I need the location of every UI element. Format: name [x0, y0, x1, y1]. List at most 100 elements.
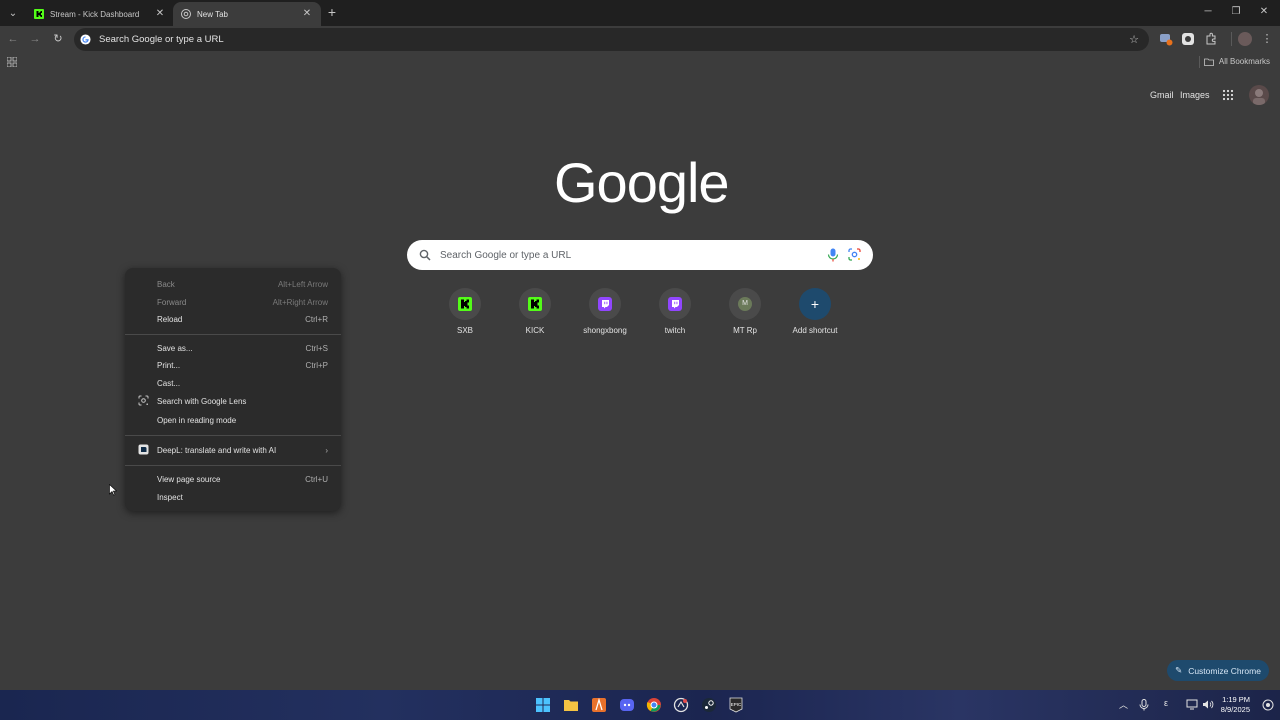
menu-item-label: Back: [157, 280, 175, 290]
menu-item-print[interactable]: Print... Ctrl+P: [125, 357, 341, 375]
menu-item-label: Open in reading mode: [157, 416, 237, 425]
google-apps-icon[interactable]: [1222, 89, 1234, 101]
back-arrow-icon[interactable]: ←: [6, 32, 20, 46]
system-clock[interactable]: 1:19 PM 8/9/2025: [1221, 695, 1250, 715]
app-orange-icon[interactable]: [591, 697, 607, 713]
menu-item-google-lens[interactable]: Search with Google Lens: [125, 392, 341, 411]
shortcut-label: twitch: [664, 326, 686, 335]
kebab-menu-icon[interactable]: ⋮: [1260, 32, 1274, 46]
bookmark-star-icon[interactable]: ☆: [1129, 33, 1139, 46]
app-circle-icon[interactable]: [673, 697, 689, 713]
context-menu: Back Alt+Left Arrow Forward Alt+Right Ar…: [125, 268, 341, 511]
all-bookmarks-button[interactable]: All Bookmarks: [1203, 57, 1270, 66]
profile-avatar[interactable]: [1238, 32, 1252, 46]
tray-chevron-up-icon[interactable]: ︿: [1119, 698, 1128, 711]
kick-icon: [458, 297, 472, 311]
steam-icon[interactable]: [701, 697, 717, 713]
google-account-avatar[interactable]: [1249, 85, 1269, 105]
voice-search-mic-icon[interactable]: [827, 248, 839, 262]
menu-item-label: DeepL: translate and write with AI: [157, 446, 277, 455]
apps-grid-icon[interactable]: [7, 57, 17, 67]
menu-item-back[interactable]: Back Alt+Left Arrow: [125, 276, 341, 294]
notification-icon[interactable]: [1262, 699, 1274, 711]
deepl-icon: [138, 444, 149, 455]
microphone-icon[interactable]: [1139, 699, 1149, 711]
submenu-chevron-icon: ›: [325, 446, 328, 455]
tab-new-tab[interactable]: New Tab ✕: [173, 2, 321, 26]
chrome-taskbar-icon[interactable]: [646, 697, 662, 713]
menu-item-shortcut: Ctrl+U: [305, 475, 328, 485]
file-explorer-icon[interactable]: [563, 697, 579, 713]
menu-item-save-as[interactable]: Save as... Ctrl+S: [125, 340, 341, 358]
extension-icon[interactable]: [1159, 32, 1173, 46]
extension-shield-icon[interactable]: [1181, 32, 1195, 46]
google-lens-icon: [138, 395, 149, 406]
search-placeholder: Search Google or type a URL: [440, 249, 572, 261]
customize-chrome-button[interactable]: ✎ Customize Chrome: [1167, 660, 1269, 681]
shortcuts-row: SXB KICK shongxbong twitch M MT Rp + Add…: [430, 288, 850, 335]
menu-item-reading-mode[interactable]: Open in reading mode: [125, 411, 341, 430]
toolbar: ← → ↻ Search Google or type a URL ☆ ⋮: [0, 26, 1280, 53]
windows-start-icon[interactable]: [535, 697, 551, 713]
menu-item-forward[interactable]: Forward Alt+Right Arrow: [125, 294, 341, 312]
menu-item-shortcut: Ctrl+P: [305, 361, 328, 371]
puzzle-extensions-icon[interactable]: [1204, 32, 1218, 46]
close-window-icon[interactable]: ✕: [1257, 5, 1271, 19]
images-link[interactable]: Images: [1180, 90, 1210, 100]
bookmarks-divider: [1199, 56, 1200, 68]
shortcut-label: Add shortcut: [792, 326, 838, 335]
menu-item-shortcut: Alt+Right Arrow: [272, 297, 328, 307]
plus-icon: +: [799, 288, 831, 320]
shortcut-tile: [449, 288, 481, 320]
add-shortcut-button[interactable]: + Add shortcut: [780, 288, 850, 335]
clock-time: 1:19 PM: [1222, 695, 1250, 704]
google-g-icon: [80, 34, 91, 45]
customize-chrome-label: Customize Chrome: [1188, 665, 1261, 676]
restore-icon[interactable]: ❐: [1229, 5, 1243, 19]
shortcut-tile: [519, 288, 551, 320]
shortcut-twitch[interactable]: twitch: [640, 288, 710, 335]
epic-games-icon[interactable]: EPIC: [728, 697, 744, 713]
gmail-link[interactable]: Gmail: [1150, 90, 1174, 100]
menu-item-reload[interactable]: Reload Ctrl+R: [125, 311, 341, 329]
input-language[interactable]: ε: [1164, 698, 1168, 708]
tab-kick-dashboard[interactable]: Stream - Kick Dashboard ✕: [26, 2, 174, 26]
volume-icon[interactable]: [1202, 699, 1214, 710]
address-bar[interactable]: Search Google or type a URL ☆: [74, 28, 1149, 51]
svg-text:EPIC: EPIC: [731, 702, 742, 707]
menu-item-label: Search with Google Lens: [157, 397, 247, 406]
forward-arrow-icon[interactable]: →: [28, 32, 42, 46]
menu-item-inspect[interactable]: Inspect: [125, 489, 341, 507]
tab-title: New Tab: [197, 9, 228, 19]
menu-item-label: Reload: [157, 315, 183, 325]
menu-item-label: View page source: [157, 475, 221, 485]
clock-date: 8/9/2025: [1220, 705, 1250, 714]
menu-item-view-source[interactable]: View page source Ctrl+U: [125, 471, 341, 489]
menu-item-label: Cast...: [157, 378, 181, 388]
minimize-icon[interactable]: ─: [1201, 5, 1215, 19]
network-monitor-icon[interactable]: [1186, 699, 1198, 710]
shortcut-shongxbong[interactable]: shongxbong: [570, 288, 640, 335]
tab-search-chevron-icon[interactable]: ⌄: [4, 4, 22, 22]
google-lens-icon[interactable]: [848, 248, 861, 261]
reload-icon[interactable]: ↻: [51, 32, 65, 46]
shortcut-tile: [589, 288, 621, 320]
menu-item-cast[interactable]: Cast...: [125, 375, 341, 393]
kick-icon: [34, 9, 44, 19]
discord-icon[interactable]: [619, 697, 635, 713]
menu-item-label: Save as...: [157, 343, 193, 353]
close-tab-icon[interactable]: ✕: [154, 8, 166, 20]
shortcut-sxb[interactable]: SXB: [430, 288, 500, 335]
new-tab-plus-icon[interactable]: +: [325, 5, 339, 19]
menu-separator: [125, 333, 341, 335]
letter-m-avatar: M: [738, 297, 752, 311]
close-tab-icon[interactable]: ✕: [301, 8, 313, 20]
tab-strip: ⌄ Stream - Kick Dashboard ✕ New Tab ✕ + …: [0, 0, 1280, 26]
shortcut-mt-rp[interactable]: M MT Rp: [710, 288, 780, 335]
toolbar-divider: [1231, 32, 1232, 46]
ntp-search-box[interactable]: Search Google or type a URL: [407, 240, 873, 270]
menu-item-deepl[interactable]: DeepL: translate and write with AI ›: [125, 441, 341, 460]
shortcut-kick[interactable]: KICK: [500, 288, 570, 335]
menu-separator: [125, 465, 341, 466]
shortcut-tile: M: [729, 288, 761, 320]
